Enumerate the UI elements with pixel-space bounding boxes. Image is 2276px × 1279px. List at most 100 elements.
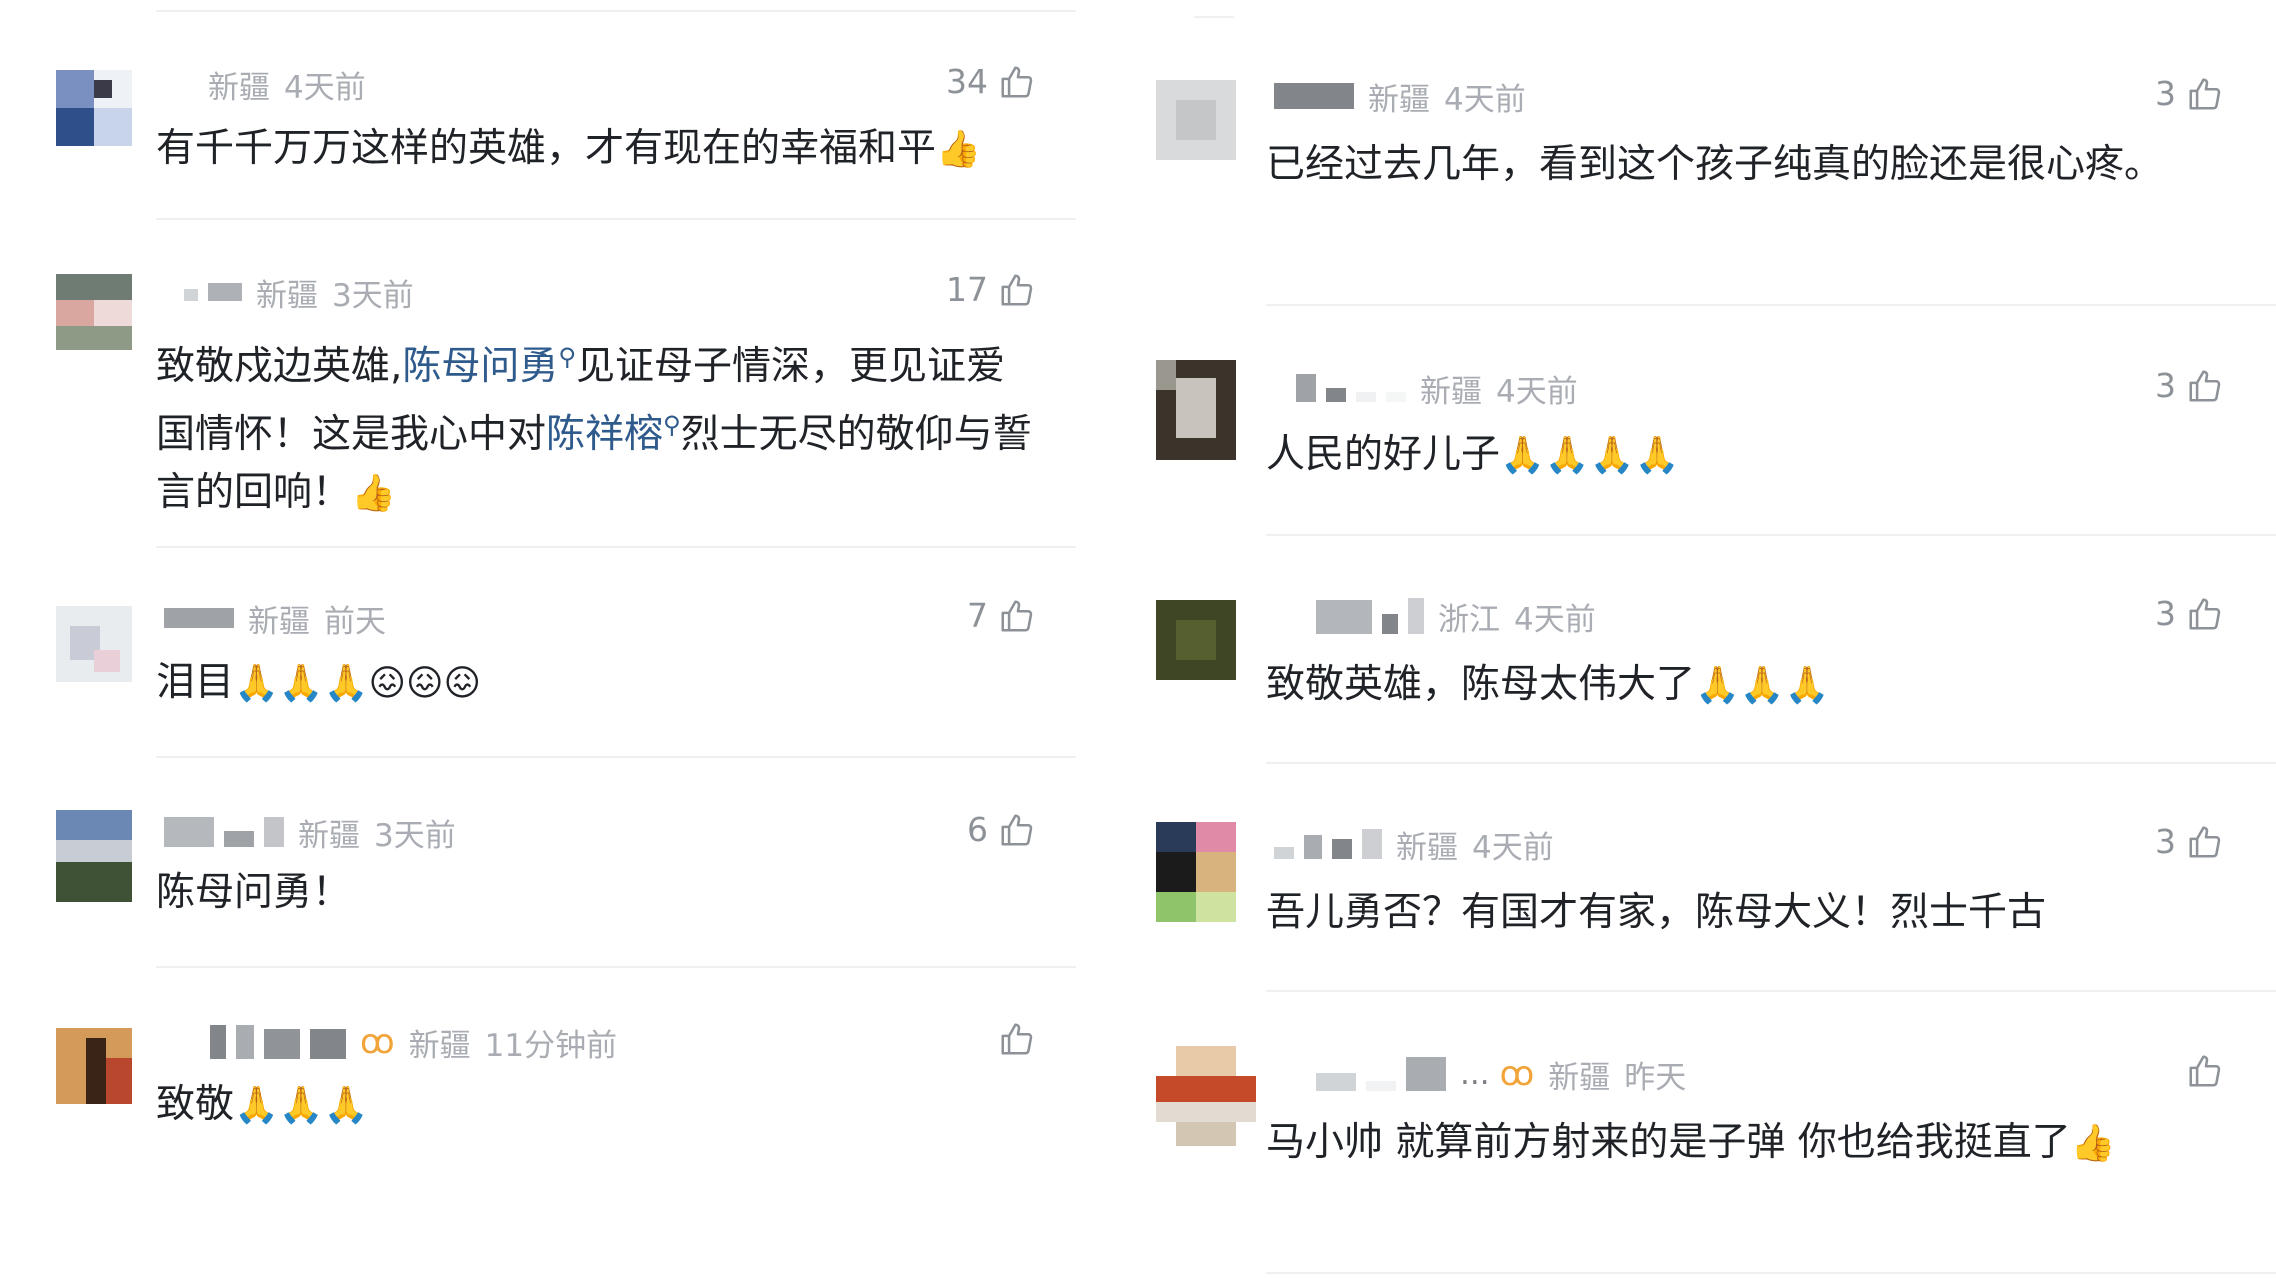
comment-location: 新疆	[248, 603, 310, 640]
avatar[interactable]	[1156, 1046, 1256, 1146]
comment-text-run: 有千千万万这样的英雄，才有现在的幸福和平	[156, 126, 937, 171]
comment-text-run: 马小帅 就算前方射来的是子弹 你也给我挺直了	[1266, 1120, 2071, 1165]
like-count: 17	[946, 270, 988, 309]
like-button[interactable]	[998, 1020, 1036, 1058]
username-blurred	[1274, 829, 1382, 859]
like-button[interactable]	[2186, 1052, 2224, 1090]
avatar[interactable]	[56, 1028, 132, 1104]
avatar[interactable]	[1156, 360, 1236, 460]
emoji: 👍	[936, 129, 981, 170]
comment-text-run: 致敬英雄，陈母太伟大了	[1266, 662, 1696, 707]
username-blurred	[1316, 1057, 1446, 1091]
comment-text-run: 人民的好儿子	[1266, 432, 1501, 477]
comment-time: 4天前	[1472, 829, 1554, 866]
username-blurred	[184, 283, 242, 301]
comment-text: 马小帅 就算前方射来的是子弹 你也给我挺直了👍	[1266, 1112, 2226, 1175]
emoji: 🙏🙏🙏😖😖😖	[234, 663, 482, 704]
comment-meta: 新疆 3天前	[164, 810, 456, 854]
thumbs-up-icon	[1001, 1023, 1033, 1055]
thumbs-up-icon	[1001, 599, 1033, 632]
comment-location: 新疆	[256, 277, 318, 314]
username-ellipsis: ...	[1460, 1056, 1490, 1092]
comment-time: 4天前	[284, 69, 366, 106]
avatar[interactable]	[56, 70, 132, 146]
divider	[1266, 1272, 2276, 1274]
username-blurred	[1316, 598, 1424, 634]
avatar[interactable]	[56, 810, 132, 902]
comment-meta: ... ꝏ 新疆 昨天	[1316, 1052, 1686, 1096]
comment-time: 3天前	[332, 277, 414, 314]
like-count: 3	[2155, 366, 2176, 405]
divider	[156, 966, 1076, 968]
comment-text: 致敬戍边英雄,陈母问勇⚲见证母子情深，更见证爱国情怀！这是我心中对陈祥榕⚲烈士无…	[156, 328, 1036, 523]
divider	[156, 218, 1076, 220]
username-blurred	[210, 1025, 346, 1059]
comment-text-run: 泪目	[156, 660, 235, 705]
search-icon: ⚲	[558, 343, 576, 371]
comment-text-run: 致敬	[156, 1082, 235, 1127]
thumbs-up-icon	[2189, 597, 2221, 630]
like-count: 7	[967, 596, 988, 635]
search-icon: ⚲	[663, 411, 681, 439]
avatar[interactable]	[1156, 822, 1236, 922]
divider	[1266, 762, 2276, 764]
comment-text: 致敬🙏🙏🙏	[156, 1076, 1056, 1135]
username-blurred	[164, 608, 234, 628]
like-button[interactable]: 17	[946, 270, 1036, 309]
username-blurred	[1274, 83, 1354, 109]
like-button[interactable]: 7	[967, 596, 1036, 635]
thumbs-up-icon	[1001, 65, 1033, 98]
like-count: 3	[2155, 74, 2176, 113]
divider	[1266, 304, 2276, 306]
topic-link[interactable]: 陈祥榕	[546, 412, 663, 457]
comment-location: 新疆	[408, 1027, 471, 1064]
thumbs-up-icon	[1001, 273, 1033, 306]
like-count: 3	[2155, 594, 2176, 633]
comment-text: 泪目🙏🙏🙏😖😖😖	[156, 654, 1056, 713]
like-button[interactable]: 34	[946, 62, 1036, 101]
avatar[interactable]	[56, 606, 132, 682]
comment-time: 11分钟前	[484, 1027, 618, 1064]
comment-text: 已经过去几年，看到这个孩子纯真的脸还是很心疼。	[1266, 134, 2216, 196]
like-button[interactable]: 3	[2155, 594, 2224, 633]
emoji: 🙏🙏🙏	[234, 1085, 369, 1126]
comment-text: 致敬英雄，陈母太伟大了🙏🙏🙏	[1266, 656, 2216, 715]
topic-link[interactable]: 陈母问勇	[402, 344, 558, 389]
vip-badge-icon: ꝏ	[1499, 1054, 1535, 1094]
comment-meta: 新疆 4天前	[1274, 74, 1526, 118]
avatar[interactable]	[1156, 600, 1236, 680]
avatar[interactable]	[56, 274, 132, 350]
divider	[1266, 990, 2276, 992]
emoji: 👍	[2070, 1123, 2116, 1164]
comment-location: 新疆	[298, 817, 360, 854]
comment-text-run: 已经过去几年，看到这个孩子纯真的脸还是很心疼。	[1266, 142, 2164, 187]
divider	[156, 756, 1076, 758]
comment-time: 昨天	[1624, 1059, 1687, 1096]
like-button[interactable]: 3	[2155, 822, 2224, 861]
comment-time: 4天前	[1496, 373, 1578, 410]
comment-text-run: 吾儿勇否？有国才有家，陈母大义！烈士千古	[1266, 890, 2047, 935]
thumbs-up-icon	[2189, 77, 2221, 110]
comment-location: 新疆	[208, 69, 270, 106]
comment-time: 前天	[324, 603, 386, 640]
username-blurred	[164, 817, 284, 847]
comment-text: 有千千万万这样的英雄，才有现在的幸福和平👍	[156, 120, 1056, 179]
comment-text-run: 陈母问勇！	[156, 870, 352, 915]
comment-text: 陈母问勇！	[156, 864, 1056, 922]
comment-meta: 新疆 前天	[164, 596, 386, 640]
avatar[interactable]	[1156, 80, 1236, 160]
like-button[interactable]: 3	[2155, 366, 2224, 405]
divider	[156, 10, 1076, 12]
comment-meta: 新疆 4天前	[1296, 366, 1578, 410]
comment-location: 新疆	[1396, 829, 1458, 866]
comment-text-run: 致敬戍边英雄,	[156, 344, 403, 389]
like-button[interactable]: 3	[2155, 74, 2224, 113]
comment-location: 新疆	[1368, 81, 1430, 118]
emoji: 🙏🙏🙏🙏	[1500, 435, 1680, 476]
comment-meta: 浙江 4天前	[1316, 594, 1596, 638]
comment-text: 人民的好儿子🙏🙏🙏🙏	[1266, 426, 2216, 485]
comment-location: 新疆	[1548, 1059, 1611, 1096]
comment-meta: 新疆 4天前	[208, 62, 366, 106]
like-button[interactable]: 6	[967, 810, 1036, 849]
comment-location: 新疆	[1420, 373, 1482, 410]
